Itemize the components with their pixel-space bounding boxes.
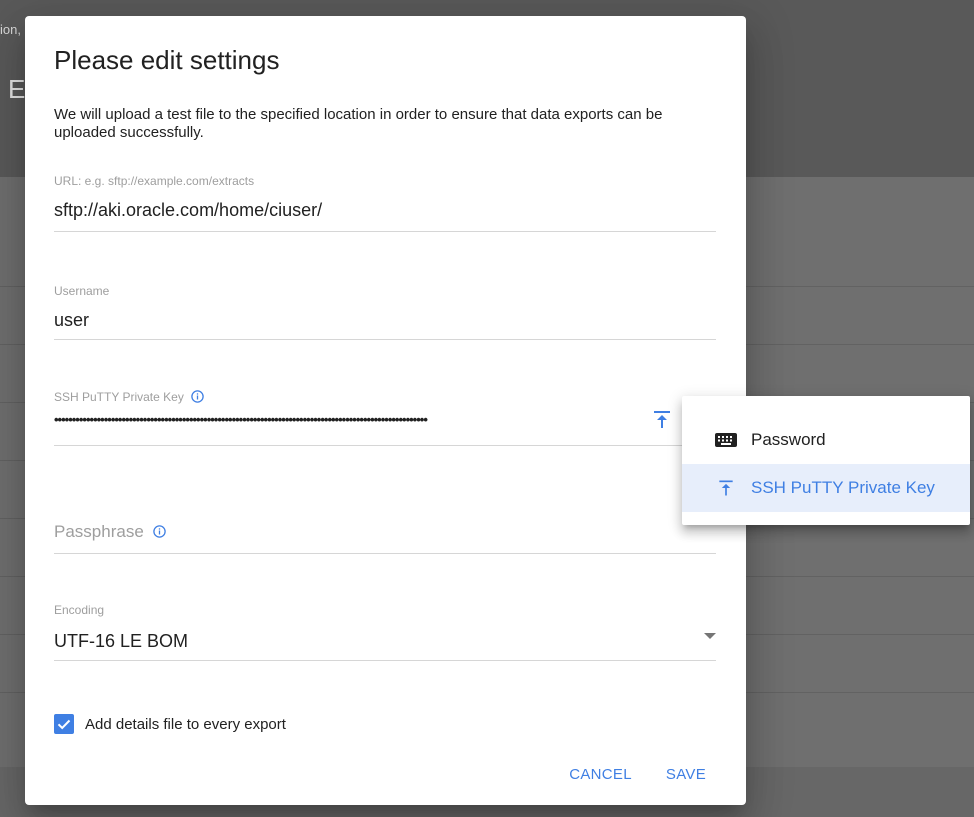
menu-item-ssh-putty-private-key[interactable]: SSH PuTTY Private Key [682,464,970,512]
username-field[interactable]: Username user [54,284,716,340]
edit-settings-dialog: Please edit settings We will upload a te… [25,16,746,805]
url-field-label: URL: e.g. sftp://example.com/extracts [54,174,255,188]
encoding-selected-value[interactable]: UTF-16 LE BOM [54,631,188,652]
private-key-field[interactable]: SSH PuTTY Private Key ••••••••••••••••••… [54,390,716,446]
menu-item-label: Password [751,430,826,449]
info-icon[interactable] [191,390,204,404]
background-breadcrumb: ion, [0,22,21,37]
cancel-button[interactable]: CANCEL [559,762,642,787]
menu-item-label: SSH PuTTY Private Key [751,478,935,497]
passphrase-field[interactable]: Passphrase [54,522,716,554]
upload-icon [713,478,739,498]
auth-type-menu: Password SSH PuTTY Private Key [682,396,970,525]
info-icon[interactable] [152,525,166,538]
details-file-checkbox-label: Add details file to every export [85,715,286,733]
encoding-field-label: Encoding [54,603,105,617]
background-heading: E [8,74,26,104]
save-button[interactable]: SAVE [656,762,716,787]
encoding-underline [54,660,716,661]
dialog-description: We will upload a test file to the specif… [54,106,663,141]
username-underline [54,339,716,340]
url-underline [54,231,716,232]
passphrase-field-label: Passphrase [54,522,144,541]
menu-item-password[interactable]: Password [682,416,970,464]
upload-key-icon[interactable] [650,407,674,431]
private-key-underline [54,445,716,446]
username-input[interactable]: user [54,310,89,331]
dialog-actions: CANCEL SAVE [559,762,716,787]
private-key-label-row: SSH PuTTY Private Key [54,390,204,404]
passphrase-label-row: Passphrase [54,522,166,542]
username-field-label: Username [54,284,110,298]
url-input[interactable]: sftp://aki.oracle.com/home/ciuser/ [54,200,322,221]
dropdown-arrow-icon[interactable] [704,633,716,639]
keyboard-icon [713,430,739,450]
checkmark-icon [57,719,71,730]
private-key-field-label: SSH PuTTY Private Key [54,390,184,404]
encoding-select[interactable]: Encoding UTF-16 LE BOM [54,603,716,661]
dialog-title: Please edit settings [54,45,280,75]
passphrase-underline [54,553,716,554]
private-key-input[interactable]: ••••••••••••••••••••••••••••••••••••••••… [54,413,639,427]
details-file-checkbox-row[interactable]: Add details file to every export [54,714,286,734]
url-field[interactable]: URL: e.g. sftp://example.com/extracts sf… [54,174,716,232]
details-file-checkbox[interactable] [54,714,74,734]
